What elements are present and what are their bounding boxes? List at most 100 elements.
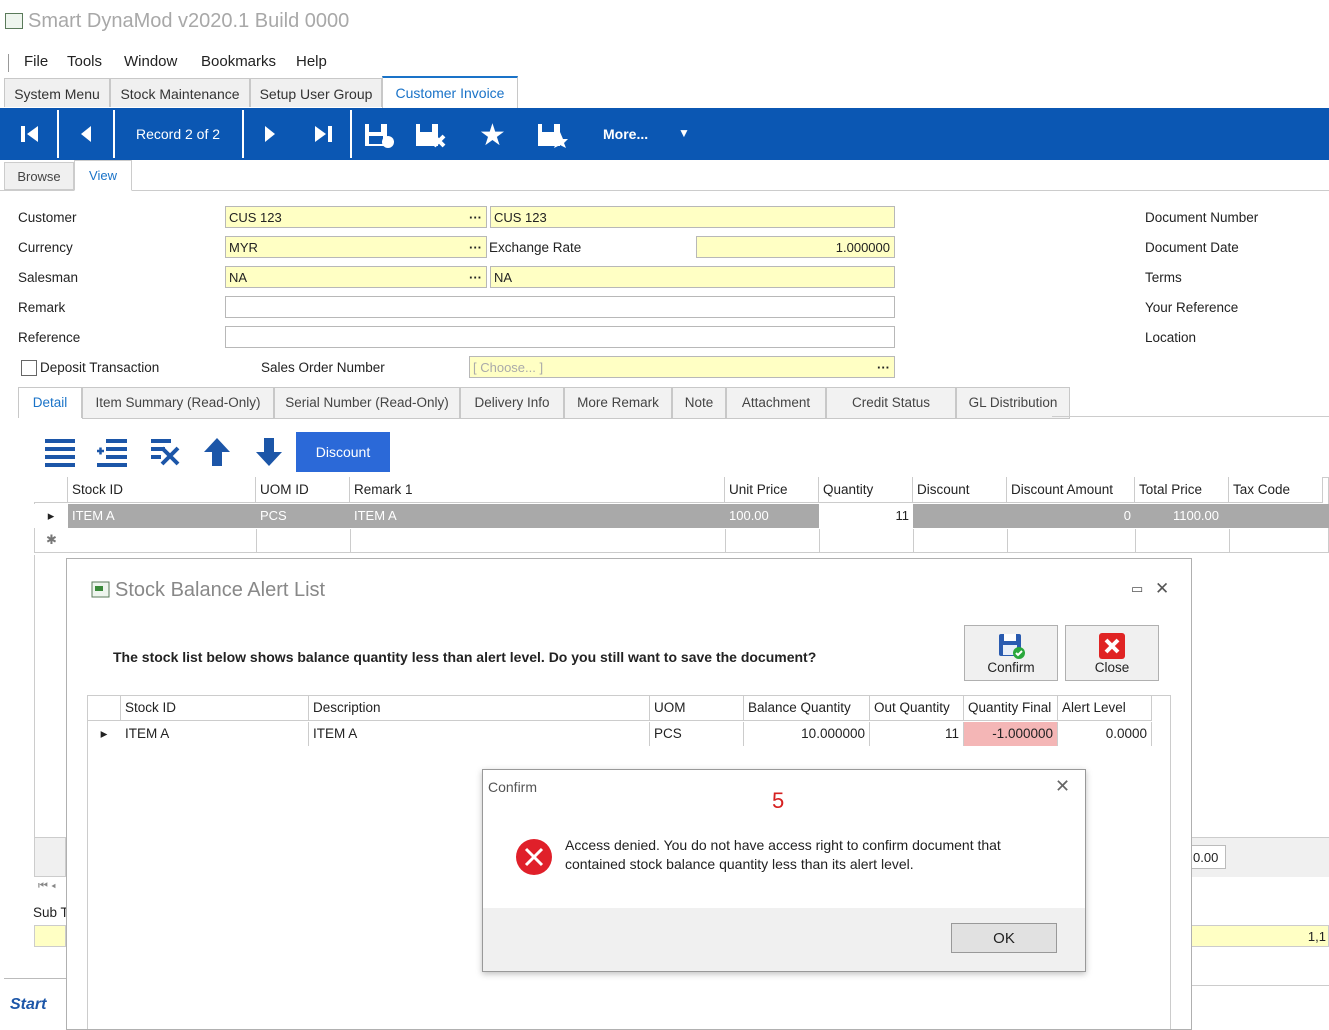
col-balance-quantity[interactable]: Balance Quantity: [744, 695, 870, 721]
last-record-button[interactable]: [296, 110, 352, 158]
nav-first-icon[interactable]: ⏮ ◂: [38, 880, 56, 893]
close-button[interactable]: Close: [1065, 625, 1159, 681]
move-up-arrow-icon[interactable]: [202, 436, 232, 475]
your-reference-label: Your Reference: [1145, 300, 1239, 315]
close-icon[interactable]: ✕: [1055, 776, 1070, 797]
tab-browse[interactable]: Browse: [4, 162, 74, 190]
cell-balance-quantity[interactable]: 10.000000: [744, 722, 870, 746]
cell-description[interactable]: ITEM A: [309, 722, 650, 746]
sales-order-field[interactable]: [ Choose... ] ···: [469, 356, 895, 378]
tab-view[interactable]: View: [74, 160, 132, 191]
tab-system-menu[interactable]: System Menu: [4, 78, 110, 107]
col-alert-level[interactable]: Alert Level: [1058, 695, 1152, 721]
cell-uom[interactable]: PCS: [650, 722, 744, 746]
maximize-icon[interactable]: ▭: [1131, 581, 1143, 597]
col-uom-id[interactable]: UOM ID: [256, 477, 350, 503]
deposit-checkbox[interactable]: [21, 360, 37, 376]
move-down-arrow-icon[interactable]: [254, 436, 284, 475]
tab-stock-maintenance[interactable]: Stock Maintenance: [110, 78, 250, 107]
col-remark-1[interactable]: Remark 1: [350, 477, 725, 503]
col-stock-id[interactable]: Stock ID: [68, 477, 256, 503]
save-bookmark-icon[interactable]: [536, 122, 568, 155]
save-check-icon: [999, 634, 1025, 659]
add-row-icon[interactable]: [96, 436, 128, 475]
tab-attachment[interactable]: Attachment: [726, 387, 826, 419]
col-stock-id[interactable]: Stock ID: [121, 695, 309, 721]
cell-stock-id[interactable]: ITEM A: [68, 504, 256, 528]
menu-help[interactable]: Help: [296, 53, 327, 70]
terms-label: Terms: [1145, 270, 1182, 285]
cell-discount-amount[interactable]: 0: [1007, 504, 1135, 528]
row-pointer-icon: ▸: [100, 726, 108, 741]
col-quantity-final[interactable]: Quantity Final: [964, 695, 1058, 721]
row-pointer-icon: ▸: [34, 504, 68, 528]
col-tax-code[interactable]: Tax Code: [1229, 477, 1323, 503]
cell-unit-price[interactable]: 100.00: [725, 504, 819, 528]
confirm-message-line-2: contained stock balance quantity less th…: [565, 856, 914, 872]
salesman-name-field[interactable]: NA: [490, 266, 895, 288]
bookmark-star-icon[interactable]: ★: [479, 118, 506, 153]
currency-field[interactable]: MYR ···: [225, 236, 487, 258]
close-x-icon: [1099, 633, 1125, 659]
previous-icon: [81, 126, 91, 142]
menu-bookmarks[interactable]: Bookmarks: [201, 53, 276, 70]
salesman-code-field[interactable]: NA ···: [225, 266, 487, 288]
first-record-button[interactable]: [3, 110, 59, 158]
tab-gl-distribution[interactable]: GL Distribution: [956, 387, 1070, 419]
confirm-button[interactable]: Confirm: [964, 625, 1058, 681]
cell-discount[interactable]: [913, 504, 1007, 528]
col-unit-price[interactable]: Unit Price: [725, 477, 819, 503]
save-icon[interactable]: [363, 122, 395, 155]
tab-customer-invoice[interactable]: Customer Invoice: [382, 76, 518, 108]
col-out-quantity[interactable]: Out Quantity: [870, 695, 964, 721]
col-total-price[interactable]: Total Price: [1135, 477, 1229, 503]
col-description[interactable]: Description: [309, 695, 650, 721]
tab-serial-number[interactable]: Serial Number (Read-Only): [274, 387, 460, 419]
ok-button[interactable]: OK: [951, 923, 1057, 953]
chevron-down-icon[interactable]: ▼: [678, 126, 690, 140]
cell-uom-id[interactable]: PCS: [256, 504, 350, 528]
lookup-dots-icon[interactable]: ···: [877, 357, 890, 379]
customer-name-field[interactable]: CUS 123: [490, 206, 895, 228]
lookup-dots-icon[interactable]: ···: [469, 267, 482, 289]
customer-code-field[interactable]: CUS 123 ···: [225, 206, 487, 228]
tab-item-summary[interactable]: Item Summary (Read-Only): [82, 387, 274, 419]
reference-field[interactable]: [225, 326, 895, 348]
lookup-dots-icon[interactable]: ···: [469, 237, 482, 259]
remark-field[interactable]: [225, 296, 895, 318]
tab-more-remark[interactable]: More Remark: [564, 387, 672, 419]
menu-file[interactable]: File: [24, 53, 48, 70]
col-discount-amount[interactable]: Discount Amount: [1007, 477, 1135, 503]
menu-window[interactable]: Window: [124, 53, 177, 70]
lookup-dots-icon[interactable]: ···: [469, 207, 482, 229]
tab-credit-status[interactable]: Credit Status: [826, 387, 956, 419]
close-icon[interactable]: ✕: [1155, 579, 1169, 599]
cell-stock-id[interactable]: ITEM A: [121, 722, 309, 746]
save-close-icon[interactable]: [414, 122, 446, 155]
col-quantity[interactable]: Quantity: [819, 477, 913, 503]
col-discount[interactable]: Discount: [913, 477, 1007, 503]
tab-detail[interactable]: Detail: [18, 387, 82, 418]
tab-delivery-info[interactable]: Delivery Info: [460, 387, 564, 419]
tab-note[interactable]: Note: [672, 387, 726, 419]
cell-tax-code[interactable]: [1229, 504, 1329, 528]
col-uom[interactable]: UOM: [650, 695, 744, 721]
insert-row-icon[interactable]: [44, 436, 76, 475]
cell-alert-level[interactable]: 0.0000: [1058, 722, 1152, 746]
previous-record-button[interactable]: [59, 110, 115, 158]
cell-total-price[interactable]: 1100.00: [1135, 504, 1229, 528]
discount-button[interactable]: Discount: [296, 432, 390, 472]
next-record-button[interactable]: [242, 110, 298, 158]
confirm-title: Confirm: [488, 779, 538, 795]
cell-remark-1[interactable]: ITEM A: [350, 504, 725, 528]
delete-row-icon[interactable]: [148, 436, 182, 475]
view-tabs: Browse View: [0, 160, 1329, 191]
cell-quantity-final[interactable]: -1.000000: [964, 722, 1058, 746]
tab-setup-user-group[interactable]: Setup User Group: [250, 78, 382, 107]
exchange-rate-field[interactable]: 1.000000: [696, 236, 895, 258]
menu-tools[interactable]: Tools: [67, 53, 102, 70]
more-menu[interactable]: More...: [603, 126, 648, 142]
cell-quantity[interactable]: 11: [819, 504, 913, 528]
grid-left-edge: [34, 555, 67, 837]
cell-out-quantity[interactable]: 11: [870, 722, 964, 746]
